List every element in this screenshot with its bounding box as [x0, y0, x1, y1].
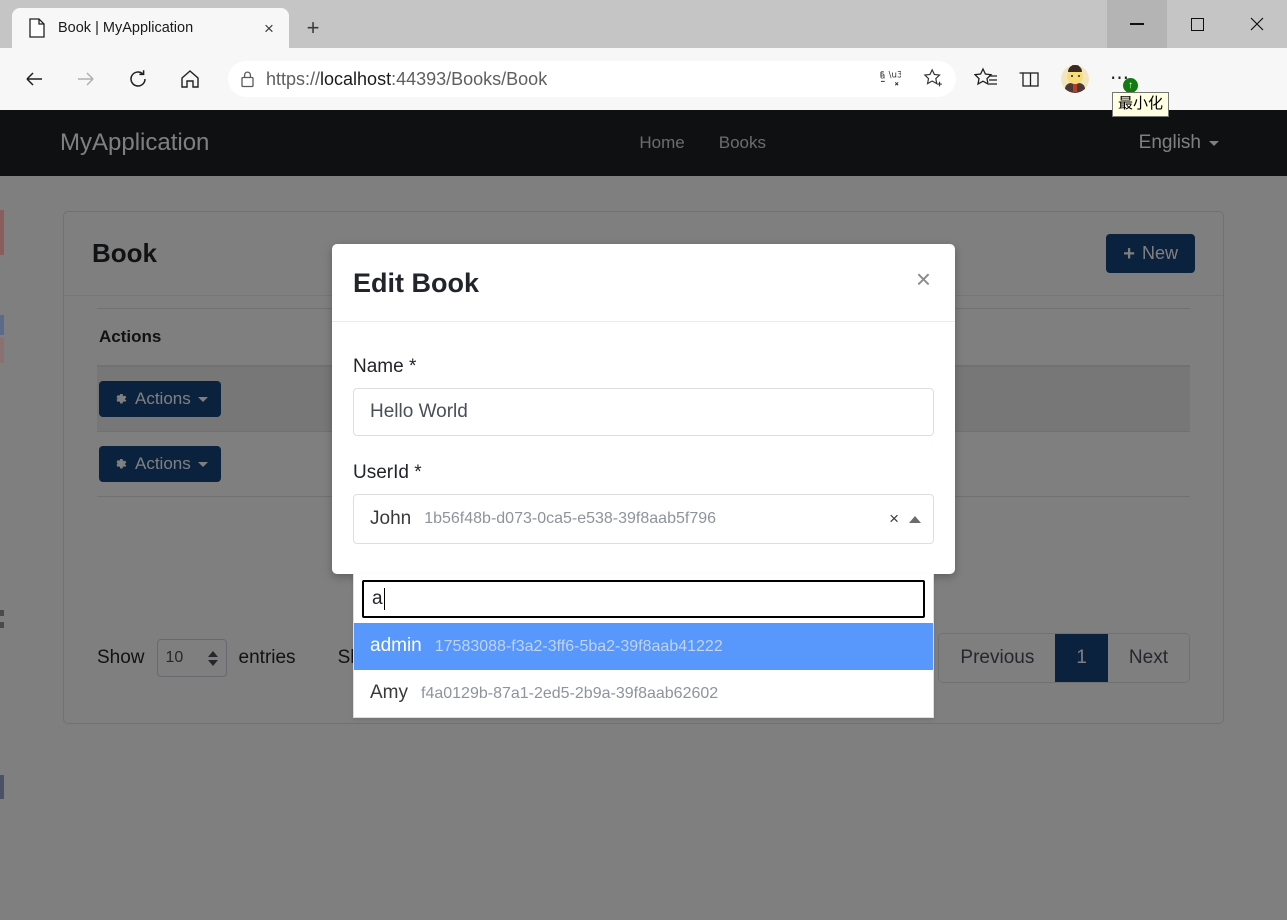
minimize-tooltip: 最小化 [1112, 92, 1170, 118]
browser-window: Book | MyApplication × + https://localho… [0, 0, 1287, 920]
collections-icon[interactable] [964, 59, 1008, 99]
modal-body: Name * Hello World UserId * John 1b56f48… [332, 322, 955, 574]
window-maximize-button[interactable] [1167, 0, 1227, 48]
page-viewport: MyApplication Home Books English Book + … [0, 110, 1287, 920]
dropdown-search-value: a [372, 588, 383, 609]
selected-user-name: John [370, 508, 412, 529]
name-label: Name * [353, 356, 417, 377]
userid-select[interactable]: John 1b56f48b-d073-0ca5-e538-39f8aab5f79… [353, 494, 934, 544]
dropdown-search-wrap: a [354, 574, 933, 623]
tab-close-icon[interactable]: × [255, 14, 283, 42]
chevron-up-icon[interactable] [909, 515, 921, 523]
update-badge-icon: ↑ [1123, 78, 1138, 93]
address-bar-actions: a\u3042 [868, 61, 956, 97]
name-field-group: Name * Hello World [353, 356, 934, 436]
userid-field-group: UserId * John 1b56f48b-d073-0ca5-e538-39… [353, 462, 934, 544]
name-input-value: Hello World [370, 401, 468, 422]
edit-book-modal: Edit Book × Name * Hello World UserId * … [332, 244, 955, 718]
back-button[interactable] [14, 59, 54, 99]
name-input[interactable]: Hello World [353, 388, 934, 436]
tab-title: Book | MyApplication [58, 20, 194, 36]
browser-tab[interactable]: Book | MyApplication × [12, 8, 289, 48]
forward-button [66, 59, 106, 99]
option-guid: f4a0129b-87a1-2ed5-2b9a-39f8aab62602 [421, 685, 719, 702]
svg-text:\u3042: \u3042 [888, 70, 900, 80]
page-scroll-indicator[interactable] [0, 110, 5, 920]
clear-selection-icon[interactable]: × [889, 509, 909, 529]
option-name: admin [370, 635, 422, 656]
browser-toolbar: https://localhost:44393/Books/Book a\u30… [0, 48, 1287, 118]
new-tab-button[interactable]: + [295, 11, 331, 45]
dropdown-search-input[interactable]: a [362, 580, 925, 618]
window-controls [1107, 0, 1287, 48]
selected-user-guid: 1b56f48b-d073-0ca5-e538-39f8aab5f796 [424, 510, 717, 527]
translate-icon[interactable]: a\u3042 [868, 61, 912, 97]
browser-titlebar: Book | MyApplication × + [0, 0, 1287, 48]
text-cursor [383, 588, 385, 610]
lock-icon [228, 70, 266, 88]
userid-label: UserId * [353, 462, 422, 483]
reload-button[interactable] [118, 59, 158, 99]
option-name: Amy [370, 682, 408, 703]
window-close-button[interactable] [1227, 0, 1287, 48]
home-button[interactable] [170, 59, 210, 99]
profile-avatar[interactable] [1052, 59, 1098, 99]
modal-header: Edit Book × [332, 244, 955, 322]
avatar [1061, 65, 1089, 93]
address-bar[interactable]: https://localhost:44393/Books/Book a\u30… [228, 61, 956, 97]
split-screen-icon[interactable] [1008, 59, 1052, 99]
star-plus-icon[interactable] [912, 61, 956, 97]
address-bar-url: https://localhost:44393/Books/Book [266, 68, 548, 89]
userid-dropdown: a admin 17583088-f3a2-3ff6-5ba2-39f8aab4… [353, 574, 934, 718]
page-icon [28, 18, 46, 38]
modal-title: Edit Book [353, 268, 479, 298]
option-guid: 17583088-f3a2-3ff6-5ba2-39f8aab41222 [434, 638, 723, 655]
close-icon[interactable]: × [916, 266, 931, 292]
window-minimize-button[interactable] [1107, 0, 1167, 48]
dropdown-option-amy[interactable]: Amy f4a0129b-87a1-2ed5-2b9a-39f8aab62602 [354, 670, 933, 717]
dropdown-option-admin[interactable]: admin 17583088-f3a2-3ff6-5ba2-39f8aab412… [354, 623, 933, 670]
